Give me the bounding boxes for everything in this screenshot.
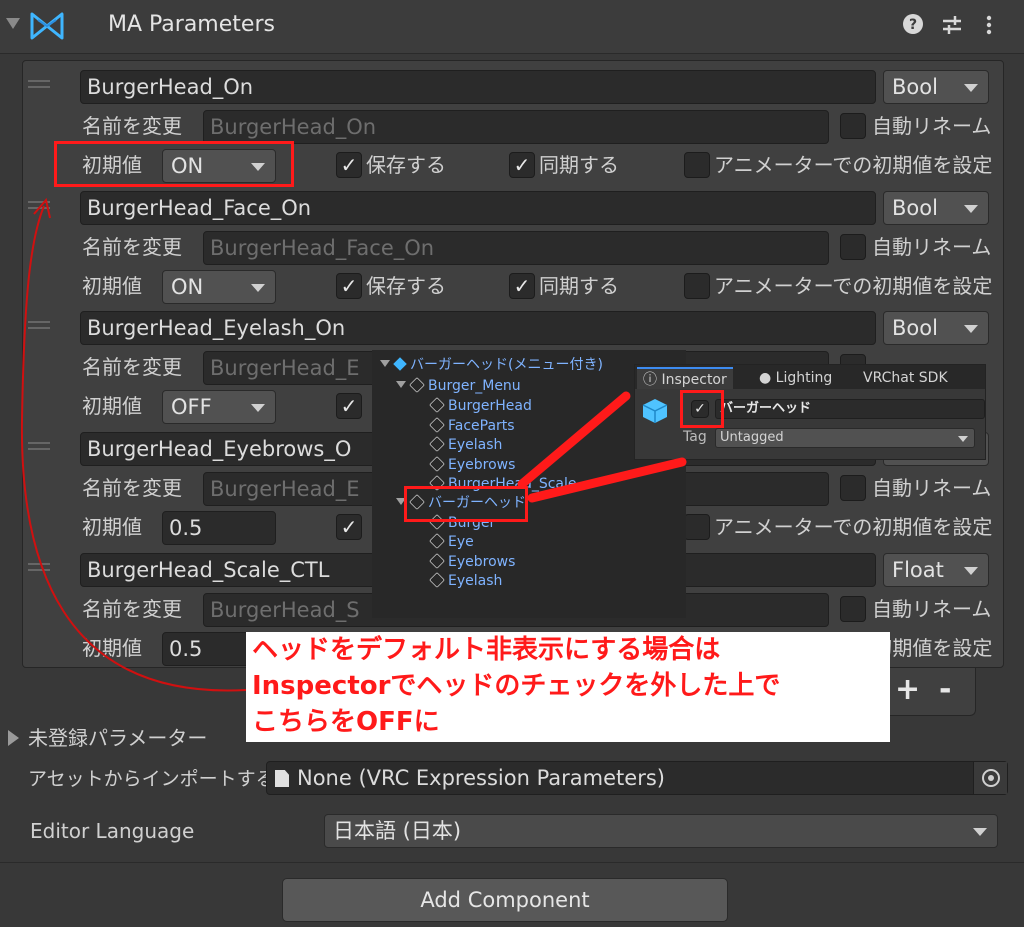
curved-arrow xyxy=(20,205,247,692)
annotation-note: ヘッドをデフォルト非表示にする場合は Inspectorでヘッドのチェックを外し… xyxy=(246,632,890,742)
annotation-line: こちらをOFFに xyxy=(252,707,440,737)
annotation-line: ヘッドをデフォルト非表示にする場合は xyxy=(252,635,721,665)
annotation-line: Inspectorでヘッドのチェックを外した上で xyxy=(252,671,781,701)
connector-line xyxy=(517,391,631,489)
connector-line xyxy=(527,457,687,503)
annotation-arrows xyxy=(20,197,687,692)
